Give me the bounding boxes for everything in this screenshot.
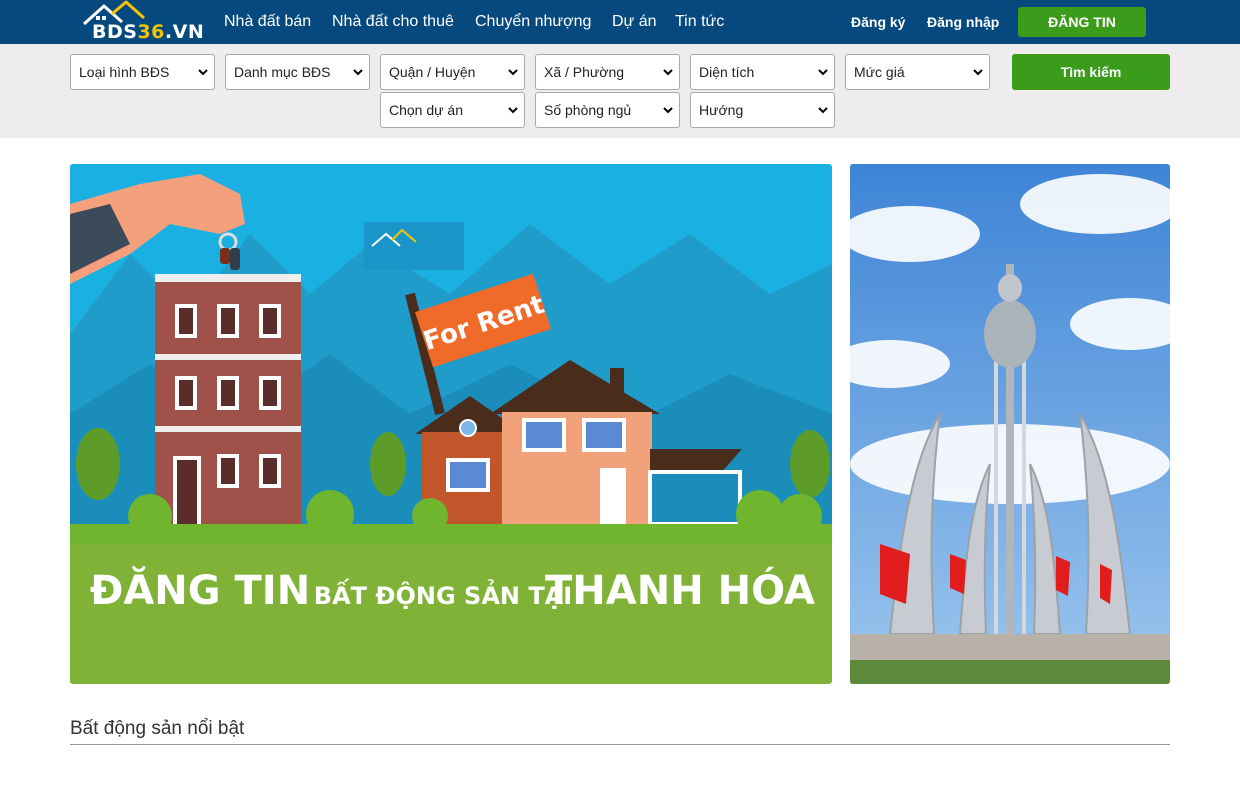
- chevron-down-icon: [663, 69, 673, 76]
- nav-item-news[interactable]: Tin tức: [675, 12, 724, 32]
- nav-item-transfer[interactable]: Chuyển nhượng: [475, 12, 591, 32]
- side-banner-photo[interactable]: [850, 164, 1170, 684]
- nav-item-projects[interactable]: Dự án: [612, 12, 657, 32]
- site-logo[interactable]: BDS36.VN: [82, 0, 206, 42]
- nav-item-rent[interactable]: Nhà đất cho thuê: [332, 12, 454, 32]
- banner-headline-1: ĐĂNG TIN: [90, 565, 310, 614]
- banner-headline-3: THANH HÓA: [545, 566, 815, 614]
- chevron-down-icon: [508, 107, 518, 114]
- logo-text: BDS36.VN: [92, 21, 205, 43]
- nav-item-sale[interactable]: Nhà đất bán: [224, 12, 311, 32]
- section-divider: [70, 744, 1170, 745]
- chevron-down-icon: [508, 69, 518, 76]
- project-select[interactable]: Chọn dự án: [380, 92, 525, 128]
- select-label: Hướng: [699, 102, 744, 118]
- category-select[interactable]: Danh mục BĐS: [225, 54, 370, 90]
- banner-illustration: For Rent ĐĂNG TIN BẤT ĐỘNG SẢN TẠI THANH…: [70, 164, 832, 684]
- monument-photo: [850, 164, 1170, 684]
- login-link[interactable]: Đăng nhập: [927, 13, 999, 31]
- top-navbar: BDS36.VN Nhà đất bán Nhà đất cho thuê Ch…: [0, 0, 1240, 44]
- chevron-down-icon: [663, 107, 673, 114]
- chevron-down-icon: [353, 69, 363, 76]
- chevron-down-icon: [818, 69, 828, 76]
- select-label: Xã / Phường: [544, 64, 625, 80]
- select-label: Chọn dự án: [389, 102, 463, 118]
- select-label: Mức giá: [854, 64, 905, 80]
- select-label: Loại hình BĐS: [79, 64, 170, 80]
- chevron-down-icon: [973, 69, 983, 76]
- select-label: Danh mục BĐS: [234, 64, 331, 80]
- search-button[interactable]: Tìm kiếm: [1012, 54, 1170, 90]
- post-listing-button[interactable]: ĐĂNG TIN: [1018, 7, 1146, 37]
- price-select[interactable]: Mức giá: [845, 54, 990, 90]
- select-label: Diện tích: [699, 64, 755, 80]
- select-label: Quận / Huyện: [389, 64, 476, 80]
- banner-logo-icon: [364, 222, 464, 270]
- area-select[interactable]: Diện tích: [690, 54, 835, 90]
- district-select[interactable]: Quận / Huyện: [380, 54, 525, 90]
- register-link[interactable]: Đăng ký: [851, 13, 905, 31]
- featured-section-title: Bất động sản nổi bật: [70, 718, 245, 739]
- chevron-down-icon: [198, 69, 208, 76]
- property-type-select[interactable]: Loại hình BĐS: [70, 54, 215, 90]
- search-bar: Loại hình BĐS Danh mục BĐS Quận / Huyện …: [0, 44, 1240, 138]
- direction-select[interactable]: Hướng: [690, 92, 835, 128]
- banner-headline-2: BẤT ĐỘNG SẢN TẠI: [314, 577, 572, 610]
- select-label: Số phòng ngủ: [544, 102, 632, 118]
- ward-select[interactable]: Xã / Phường: [535, 54, 680, 90]
- chevron-down-icon: [818, 107, 828, 114]
- promo-banner[interactable]: For Rent ĐĂNG TIN BẤT ĐỘNG SẢN TẠI THANH…: [70, 164, 832, 684]
- bedrooms-select[interactable]: Số phòng ngủ: [535, 92, 680, 128]
